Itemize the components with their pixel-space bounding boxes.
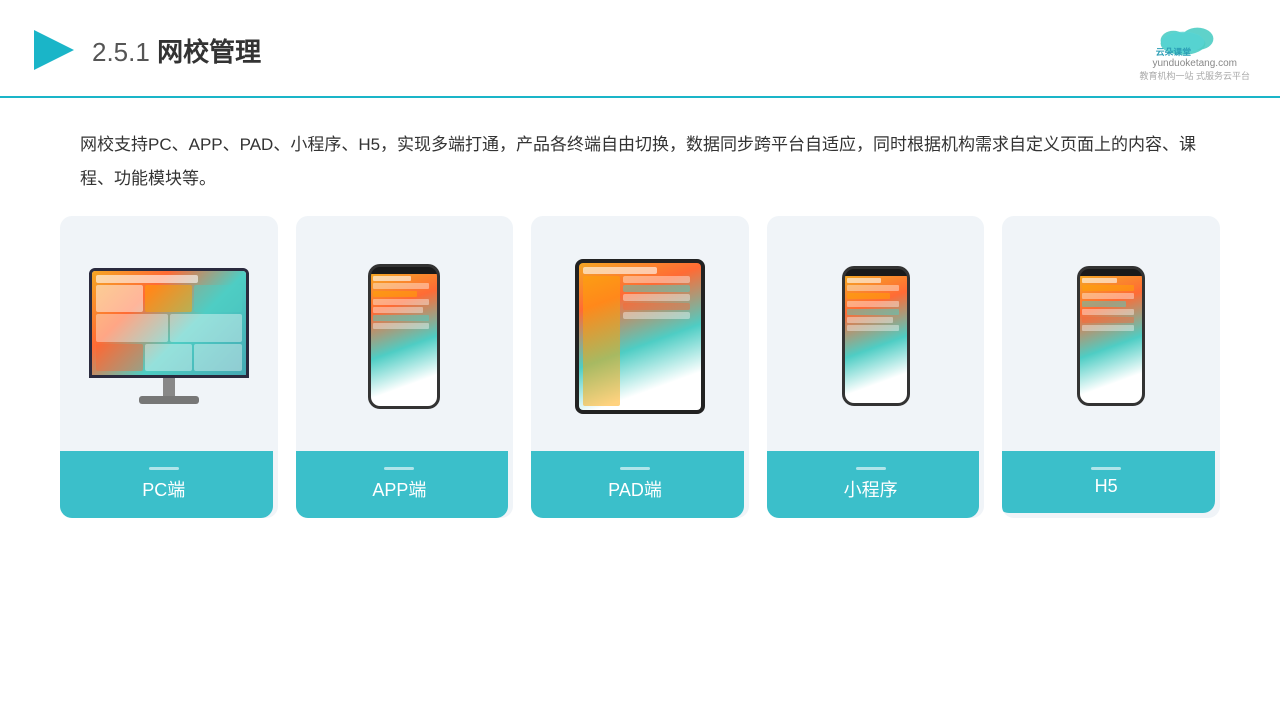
pc-monitor: [89, 268, 249, 404]
description-text: 网校支持PC、APP、PAD、小程序、H5，实现多端打通，产品各终端自由切换，数…: [80, 128, 1200, 196]
card-pc: PC端: [60, 216, 278, 518]
h5-image: [1012, 236, 1210, 436]
logo-tagline: 教育机构一站 式服务云平台: [1139, 69, 1250, 82]
logo-url: yunduoketang.com: [1152, 58, 1237, 69]
header: 2.5.1 网校管理 云朵课堂 yunduoketang.com 教育机构一站 …: [0, 0, 1280, 98]
logo-area: 云朵课堂 yunduoketang.com 教育机构一站 式服务云平台: [1139, 18, 1250, 82]
pad-image: [541, 236, 739, 436]
card-label-pad: PAD端: [531, 451, 744, 518]
card-pad: PAD端: [531, 216, 749, 518]
header-left: 2.5.1 网校管理: [30, 26, 261, 74]
pc-image: [70, 236, 268, 436]
play-icon: [30, 26, 78, 74]
card-h5: H5: [1002, 216, 1220, 518]
tablet-pad: [575, 259, 705, 414]
card-miniapp: 小程序: [767, 216, 985, 518]
card-label-pc: PC端: [60, 451, 273, 518]
app-image: [306, 236, 504, 436]
card-label-miniapp: 小程序: [767, 451, 980, 518]
miniapp-image: [777, 236, 975, 436]
phone-h5: [1077, 266, 1145, 406]
svg-text:云朵课堂: 云朵课堂: [1156, 46, 1191, 57]
card-app: APP端: [296, 216, 514, 518]
phone-miniapp: [842, 266, 910, 406]
card-label-h5: H5: [1002, 451, 1215, 513]
phone-app: [368, 264, 440, 409]
page-title: 2.5.1 网校管理: [92, 32, 261, 69]
logo-cloud-icon: 云朵课堂: [1150, 18, 1240, 58]
cards-container: PC端 A: [60, 216, 1220, 518]
card-label-app: APP端: [296, 451, 509, 518]
